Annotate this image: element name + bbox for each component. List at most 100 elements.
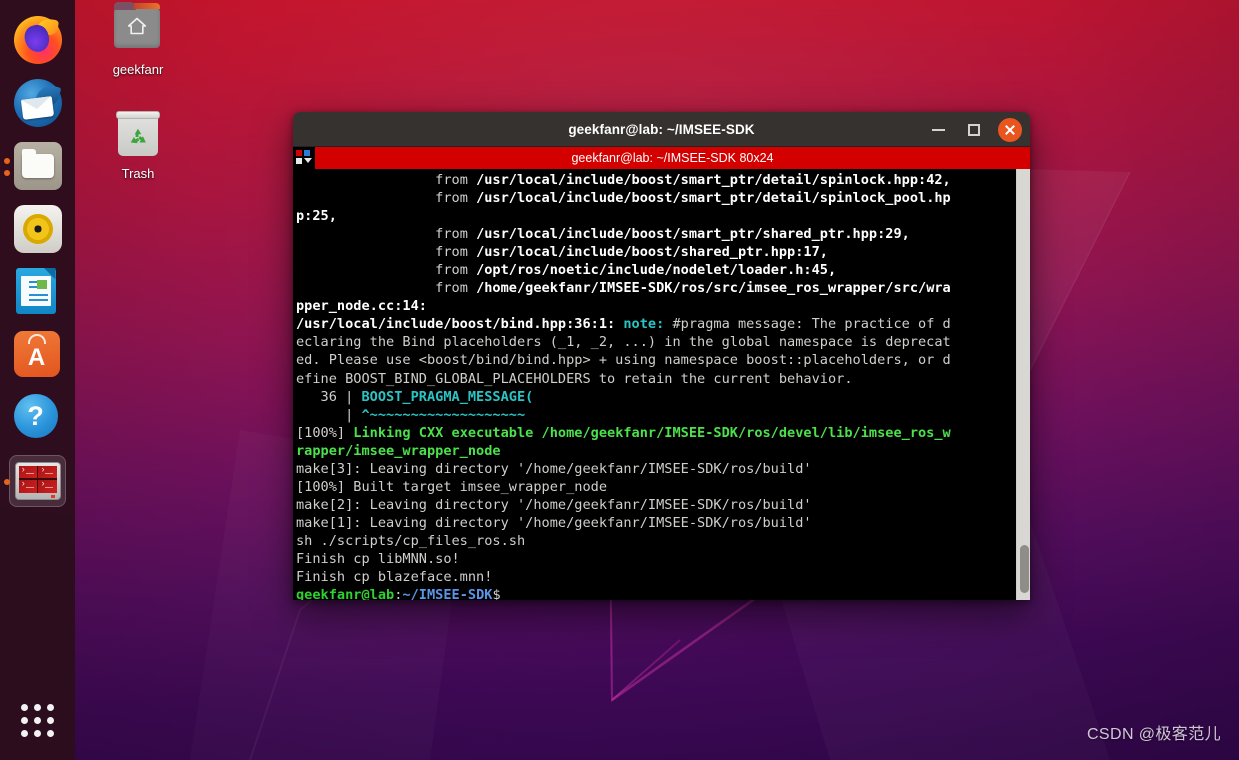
running-dot <box>4 158 10 164</box>
close-button[interactable] <box>998 117 1022 142</box>
question-mark-icon: ? <box>13 393 62 442</box>
minimize-button[interactable] <box>926 118 950 142</box>
window-title: geekfanr@lab: ~/IMSEE-SDK <box>568 121 755 137</box>
terminal-text-segment: from <box>435 226 477 243</box>
terminal-text-segment: /usr/local/include/boost/bind.hpp:36:1: <box>296 316 624 333</box>
terminal-output[interactable]: from /usr/local/include/boost/smart_ptr/… <box>293 169 1016 600</box>
grid-dot <box>34 704 41 711</box>
show-applications-button[interactable] <box>21 704 55 738</box>
terminal-text-segment: #pragma message: The practice of d <box>672 316 951 333</box>
terminal-text-segment: from <box>435 280 477 297</box>
grid-dot <box>21 717 28 724</box>
terminal-line: efine BOOST_BIND_GLOBAL_PLACEHOLDERS to … <box>296 370 1013 388</box>
dock-item-terminal[interactable] <box>0 449 75 512</box>
terminal-text-segment: [100%] <box>296 424 354 441</box>
grid-dot <box>47 730 54 737</box>
terminal-text-segment: from <box>435 190 477 207</box>
dock: A ? <box>0 0 75 760</box>
terminal-line: ed. Please use <boost/bind/bind.hpp> + u… <box>296 351 1013 369</box>
house-glyph <box>127 17 147 35</box>
terminal-line: /usr/local/include/boost/bind.hpp:36:1: … <box>296 315 1013 333</box>
terminal-line: from /usr/local/include/boost/shared_ptr… <box>296 243 1013 261</box>
grid-dot <box>21 704 28 711</box>
terminal-text-segment: Finish cp libMNN.so! <box>296 550 460 567</box>
grid-dot <box>21 730 28 737</box>
terminal-line: sh ./scripts/cp_files_ros.sh <box>296 532 1013 550</box>
desktop-icon-home[interactable]: geekfanr <box>92 2 184 77</box>
dock-item-files[interactable] <box>0 134 75 197</box>
terminal-menu-icon[interactable] <box>293 147 315 169</box>
terminal-line: make[3]: Leaving directory '/home/geekfa… <box>296 460 1013 478</box>
grid-dot <box>47 717 54 724</box>
terminal-text-segment: eclaring the Bind placeholders (_1, _2, … <box>296 334 951 351</box>
terminal-text-segment: /usr/local/include/boost/shared_ptr.hpp:… <box>476 244 828 261</box>
terminal-text-segment: BOOST_PRAGMA_MESSAGE( <box>361 388 534 405</box>
desktop: A ? › › › › geekfanr Trash geekfanr@lab:… <box>0 0 1239 760</box>
terminal-icon <box>14 457 62 505</box>
terminal-text-segment: /opt/ros/noetic/include/nodelet/loader.h… <box>476 262 837 279</box>
desktop-icon-label: geekfanr <box>112 62 164 77</box>
desktop-icon-trash[interactable]: Trash <box>92 111 184 181</box>
thunderbird-icon <box>13 78 62 127</box>
dock-item-ubuntu-software[interactable]: A <box>0 323 75 386</box>
software-bag-icon: A <box>13 330 62 379</box>
terminal-body[interactable]: from /usr/local/include/boost/smart_ptr/… <box>293 169 1030 600</box>
terminal-tab-bar[interactable]: geekfanr@lab: ~/IMSEE-SDK 80x24 <box>293 147 1030 169</box>
terminal-line: make[2]: Leaving directory '/home/geekfa… <box>296 496 1013 514</box>
grid-dot <box>34 717 41 724</box>
terminal-text-segment: Linking CXX executable /home/geekfanr/IM… <box>353 424 951 441</box>
dock-item-help[interactable]: ? <box>0 386 75 449</box>
home-folder-icon <box>114 2 162 56</box>
document-icon <box>14 267 62 316</box>
terminal-text-segment: pper_node.cc:14: <box>296 298 427 315</box>
rhythmbox-icon <box>13 204 62 253</box>
trash-icon <box>114 111 162 160</box>
minimize-icon <box>931 128 945 131</box>
terminal-line: [100%] Linking CXX executable /home/geek… <box>296 424 1013 442</box>
terminal-line: from /opt/ros/noetic/include/nodelet/loa… <box>296 261 1013 279</box>
terminal-scrollbar[interactable] <box>1016 169 1030 600</box>
terminal-text-segment: /usr/local/include/boost/smart_ptr/detai… <box>476 190 951 207</box>
terminal-text-segment: from <box>435 244 477 261</box>
grid-dot <box>34 730 41 737</box>
terminal-line: Finish cp blazeface.mnn! <box>296 568 1013 586</box>
dock-item-rhythmbox[interactable] <box>0 197 75 260</box>
maximize-button[interactable] <box>962 118 986 142</box>
terminal-text-segment: ^~~~~~~~~~~~~~~~~~~~ <box>361 406 526 423</box>
terminal-line: eclaring the Bind placeholders (_1, _2, … <box>296 333 1013 351</box>
window-title-bar[interactable]: geekfanr@lab: ~/IMSEE-SDK <box>293 112 1030 147</box>
dock-item-firefox[interactable] <box>0 8 75 71</box>
terminal-line: from /usr/local/include/boost/smart_ptr/… <box>296 189 1013 207</box>
terminal-window[interactable]: geekfanr@lab: ~/IMSEE-SDK geekfanr@lab: … <box>293 112 1030 600</box>
running-dot <box>4 479 10 485</box>
maximize-icon <box>968 123 980 136</box>
window-controls <box>926 112 1022 147</box>
terminal-text-segment: p:25, <box>296 208 337 225</box>
terminal-text-segment: /usr/local/include/boost/smart_ptr/share… <box>476 226 910 243</box>
terminal-tab-label: geekfanr@lab: ~/IMSEE-SDK 80x24 <box>571 151 774 165</box>
terminal-line: | ^~~~~~~~~~~~~~~~~~~~ <box>296 406 1013 424</box>
terminal-line: Finish cp libMNN.so! <box>296 550 1013 568</box>
firefox-icon <box>13 15 62 64</box>
dock-item-thunderbird[interactable] <box>0 71 75 134</box>
terminal-line: make[1]: Leaving directory '/home/geekfa… <box>296 514 1013 532</box>
terminal-text-segment: from <box>435 262 477 279</box>
terminal-text-segment: 36 | <box>296 388 362 405</box>
terminal-line: rapper/imsee_wrapper_node <box>296 442 1013 460</box>
terminal-text-segment: from <box>435 172 477 188</box>
terminal-line: p:25, <box>296 207 1013 225</box>
desktop-icon-label: Trash <box>121 166 155 181</box>
terminal-text-segment: /home/geekfanr/IMSEE-SDK/ros/src/imsee_r… <box>476 280 951 297</box>
terminal-text-segment: /usr/local/include/boost/smart_ptr/detai… <box>476 172 951 188</box>
terminal-line: from /usr/local/include/boost/smart_ptr/… <box>296 171 1013 189</box>
dock-item-libreoffice-writer[interactable] <box>0 260 75 323</box>
terminal-text-segment: efine BOOST_BIND_GLOBAL_PLACEHOLDERS to … <box>296 370 853 387</box>
terminal-text-segment: sh ./scripts/cp_files_ros.sh <box>296 532 526 549</box>
scrollbar-thumb[interactable] <box>1020 545 1029 593</box>
terminal-line: geekfanr@lab:~/IMSEE-SDK$ <box>296 586 1013 600</box>
